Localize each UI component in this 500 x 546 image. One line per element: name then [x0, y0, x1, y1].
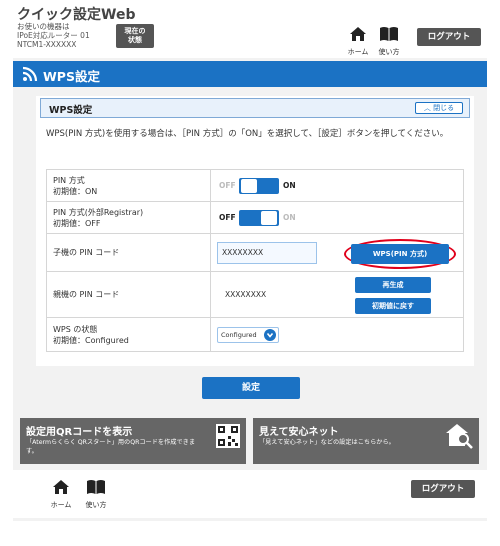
wps-state-label-cell: WPS の状態 初期値：Configured: [46, 317, 211, 352]
book-icon: [380, 27, 398, 41]
parent-pin-label: 親機の PIN コード: [53, 290, 120, 299]
parent-pin-value-cell: XXXXXXXX 再生成 初期値に戻す: [210, 271, 464, 318]
submit-button[interactable]: 設定: [202, 377, 300, 399]
device-line-3: NTCM1-XXXXXX: [17, 40, 77, 49]
footer-help-label: 使い方: [85, 501, 107, 509]
settings-table: PIN 方式 初期値：ON OFF ON PIN 方式(外部Registrar)…: [46, 169, 464, 352]
qr-promo-title: 設定用QRコードを表示: [26, 427, 133, 438]
table-row: 子機の PIN コード XXXXXXXX WPS(PIN 方式): [46, 233, 464, 272]
header-logout-button[interactable]: ログアウト: [417, 28, 481, 46]
wps-state-label: WPS の状態: [53, 324, 98, 334]
parent-pin-value: XXXXXXXX: [225, 290, 267, 299]
pin-method-label: PIN 方式: [53, 175, 85, 185]
footer: ホーム 使い方 ログアウト: [13, 470, 487, 518]
home-search-icon: [446, 424, 473, 449]
header-home-link[interactable]: ホーム: [346, 26, 370, 57]
pin-external-label: PIN 方式(外部Registrar): [53, 207, 144, 217]
pin-method-toggle-knob[interactable]: [241, 178, 257, 193]
mieru-promo-title: 見えて安心ネット: [259, 427, 339, 438]
current-status-label-1: 現在の: [124, 27, 146, 35]
pin-method-on-label: ON: [283, 180, 296, 190]
child-pin-input[interactable]: XXXXXXXX: [217, 242, 317, 264]
pin-external-toggle[interactable]: OFF ON: [219, 209, 329, 226]
home-icon: [350, 27, 366, 41]
child-pin-value-cell: XXXXXXXX WPS(PIN 方式): [210, 233, 464, 272]
header: クイック設定Web お使いの機器は IPoE対応ルーター 01 NTCM1-XX…: [13, 0, 487, 58]
page: クイック設定Web お使いの機器は IPoE対応ルーター 01 NTCM1-XX…: [13, 0, 487, 521]
pin-method-toggle-track[interactable]: [239, 177, 279, 194]
section-header: WPS設定 ︿ 閉じる: [40, 98, 470, 118]
wps-state-value-cell: Configured: [210, 317, 464, 352]
table-row: PIN 方式 初期値：ON OFF ON: [46, 169, 464, 202]
pin-external-default: 初期値：OFF: [53, 218, 101, 228]
child-pin-label: 子機の PIN コード: [53, 248, 120, 257]
footer-logout-button[interactable]: ログアウト: [411, 480, 475, 498]
section-description: WPS(PIN 方式)を使用する場合は、［PIN 方式］の「ON」を選択して、［…: [46, 129, 449, 139]
wps-state-selected: Configured: [221, 330, 257, 339]
close-label: 閉じる: [433, 104, 455, 112]
home-icon: [53, 480, 69, 494]
child-pin-label-cell: 子機の PIN コード: [46, 233, 211, 272]
regenerate-button[interactable]: 再生成: [355, 277, 431, 293]
current-status-button[interactable]: 現在の 状態: [116, 24, 154, 48]
qr-promo-desc: 「Atermらくらく QRスタート」用のQRコードを作成できます。: [26, 439, 196, 455]
chevron-down-icon: [264, 328, 276, 341]
device-line-2: IPoE対応ルーター 01: [17, 31, 90, 40]
page-title-bar: WPS設定: [13, 61, 487, 87]
footer-home-label: ホーム: [50, 501, 72, 509]
mieru-net-promo[interactable]: 見えて安心ネット 「見えて安心ネット」などの設定はこちらから。: [253, 418, 479, 464]
table-row: WPS の状態 初期値：Configured Configured: [46, 317, 464, 352]
reset-default-button[interactable]: 初期値に戻す: [355, 298, 431, 314]
table-row: PIN 方式(外部Registrar) 初期値：OFF OFF ON: [46, 201, 464, 234]
pin-method-toggle[interactable]: OFF ON: [219, 177, 329, 194]
qr-code-promo[interactable]: 設定用QRコードを表示 「Atermらくらく QRスタート」用のQRコードを作成…: [20, 418, 246, 464]
pin-method-default: 初期値：ON: [53, 186, 98, 196]
wps-state-default: 初期値：Configured: [53, 335, 129, 345]
pin-method-label-cell: PIN 方式 初期値：ON: [46, 169, 211, 202]
table-row: 親機の PIN コード XXXXXXXX 再生成 初期値に戻す: [46, 271, 464, 318]
app-title: クイック設定Web: [17, 7, 136, 23]
pin-external-label-cell: PIN 方式(外部Registrar) 初期値：OFF: [46, 201, 211, 234]
pin-external-toggle-track[interactable]: [239, 209, 279, 226]
section-title: WPS設定: [49, 105, 93, 116]
pin-method-off-label: OFF: [219, 180, 236, 190]
current-status-label-2: 状態: [128, 36, 142, 44]
footer-home-link[interactable]: ホーム: [49, 479, 73, 510]
qr-code-icon: [216, 424, 240, 448]
chevron-up-icon: ︿: [423, 104, 431, 112]
close-section-button[interactable]: ︿ 閉じる: [415, 102, 463, 114]
header-help-link[interactable]: 使い方: [377, 26, 401, 57]
parent-pin-label-cell: 親機の PIN コード: [46, 271, 211, 318]
wps-state-select[interactable]: Configured: [217, 326, 279, 343]
pin-external-off-label: OFF: [219, 212, 236, 222]
book-icon: [87, 480, 105, 494]
pin-external-on-label: ON: [283, 212, 296, 222]
wps-pin-button[interactable]: WPS(PIN 方式): [351, 244, 449, 264]
pin-external-toggle-knob[interactable]: [261, 210, 277, 225]
mieru-promo-desc: 「見えて安心ネット」などの設定はこちらから。: [259, 439, 395, 446]
device-line-1: お使いの機器は: [17, 22, 70, 31]
wifi-icon: [22, 66, 38, 82]
page-title: WPS設定: [43, 69, 100, 84]
header-home-label: ホーム: [347, 48, 369, 56]
header-help-label: 使い方: [378, 48, 400, 56]
pin-method-value-cell: OFF ON: [210, 169, 464, 202]
footer-help-link[interactable]: 使い方: [84, 479, 108, 510]
wps-settings-panel: WPS設定 ︿ 閉じる WPS(PIN 方式)を使用する場合は、［PIN 方式］…: [36, 96, 474, 366]
pin-external-value-cell: OFF ON: [210, 201, 464, 234]
